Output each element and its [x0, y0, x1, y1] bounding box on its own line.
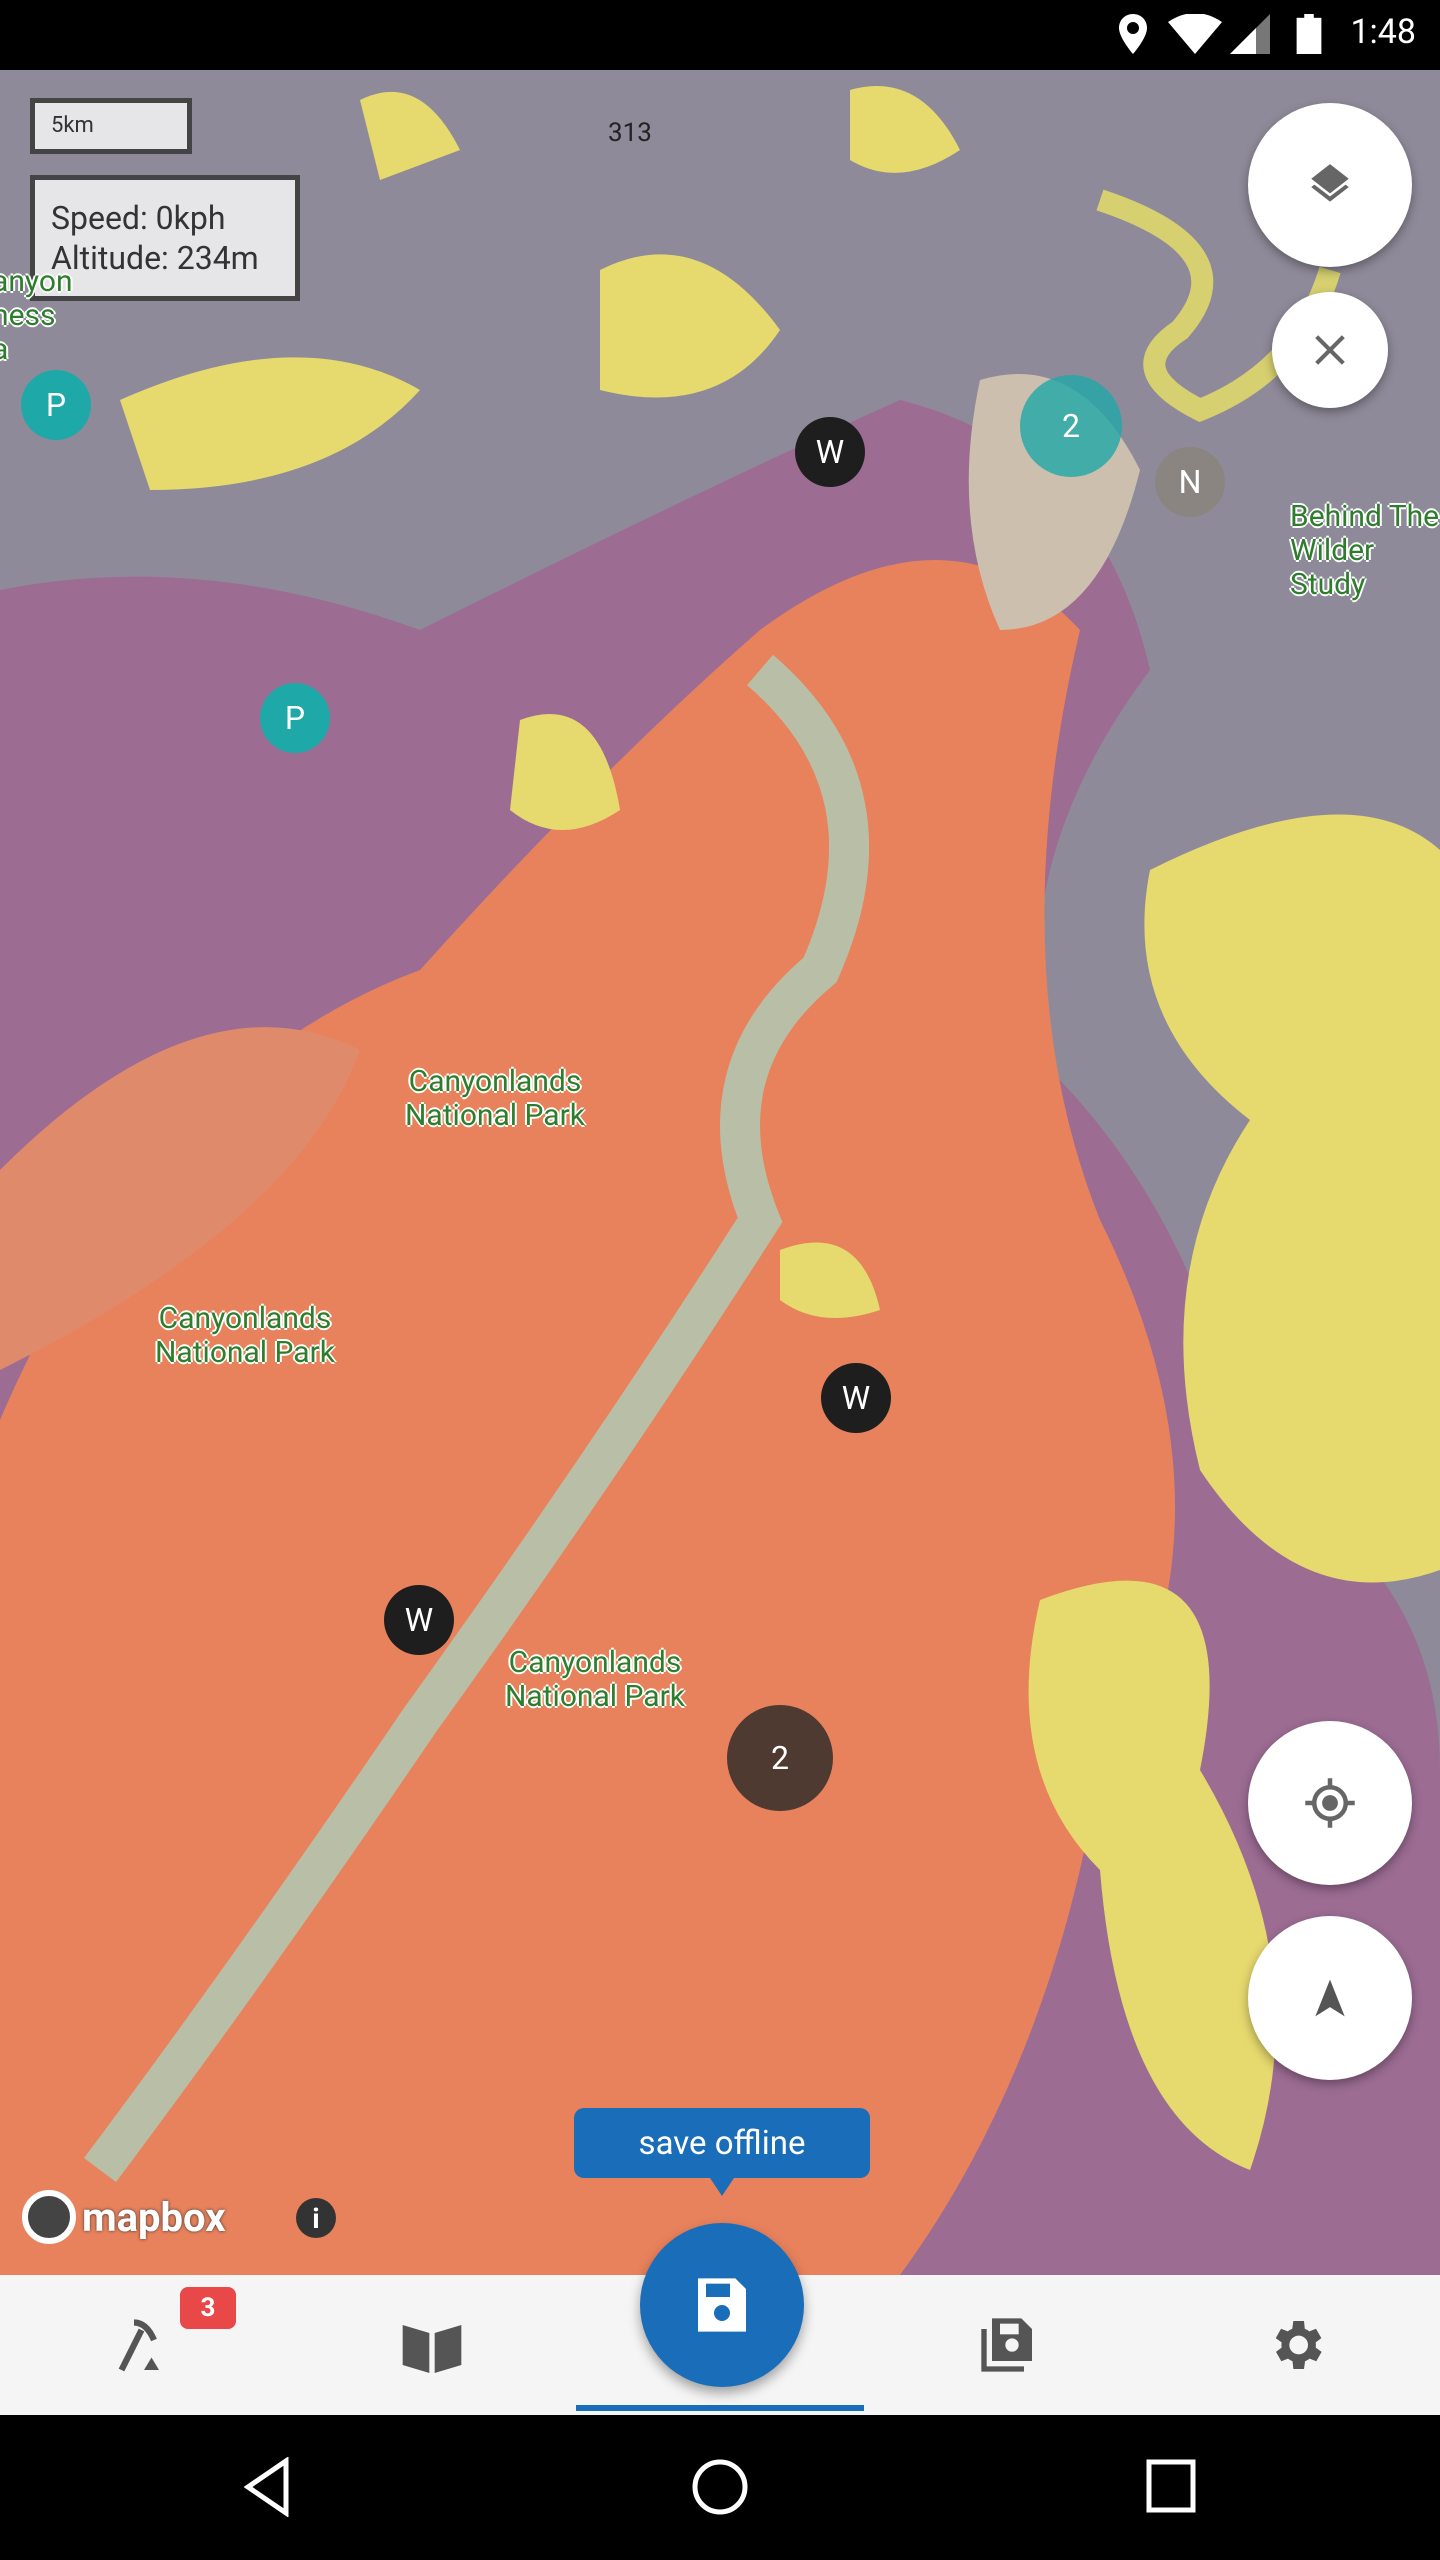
layers-icon — [1311, 164, 1349, 202]
nav-settings[interactable] — [1152, 2275, 1440, 2415]
speed-readout: Speed: 0kph — [51, 199, 226, 237]
parking-marker[interactable]: P — [260, 683, 330, 753]
settings-icon — [1275, 2321, 1322, 2369]
rock-hammer-icon — [118, 2319, 159, 2372]
system-nav-bar — [0, 2415, 1440, 2560]
close-icon — [1315, 335, 1345, 365]
book-icon — [402, 2325, 462, 2373]
road-label: 313 — [608, 118, 652, 148]
layers-button[interactable] — [1248, 103, 1412, 267]
save-icon — [698, 2278, 746, 2332]
geology-map[interactable]: 5km Speed: 0kph Altitude: 234m 313 anyon… — [0, 70, 1440, 2275]
nav-saved-maps[interactable] — [864, 2275, 1152, 2415]
wifi-icon — [1168, 14, 1222, 54]
navigation-arrow-icon — [1315, 1979, 1345, 2017]
active-tab-indicator — [576, 2405, 864, 2411]
info-icon[interactable]: i — [296, 2198, 336, 2238]
clock: 1:48 — [1350, 12, 1416, 52]
place-label: anyon ness a — [0, 264, 73, 367]
cluster-marker[interactable]: 2 — [727, 1705, 833, 1811]
waypoint-marker[interactable]: W — [384, 1585, 454, 1655]
close-button[interactable] — [1272, 292, 1388, 408]
cluster-marker[interactable]: 2 — [1020, 375, 1122, 477]
waypoint-marker[interactable]: W — [821, 1363, 891, 1433]
saved-maps-icon — [981, 2318, 1032, 2372]
save-offline-tooltip: save offline — [574, 2108, 870, 2196]
scale-bar: 5km — [30, 98, 192, 154]
parking-marker[interactable]: P — [21, 370, 91, 440]
mapbox-logo: mapbox — [22, 2190, 226, 2244]
compass-button[interactable] — [1248, 1916, 1412, 2080]
notification-badge: 3 — [180, 2287, 236, 2329]
battery-icon — [1296, 14, 1322, 54]
recents-button[interactable] — [1146, 2459, 1198, 2515]
status-bar: 1:48 — [0, 0, 1440, 70]
nav-geology[interactable]: 3 — [0, 2275, 288, 2415]
waypoint-marker[interactable]: W — [795, 417, 865, 487]
map-tiles — [0, 70, 1440, 2275]
place-label: Canyonlands National Park — [404, 1064, 585, 1133]
place-label: Canyonlands National Park — [504, 1645, 685, 1714]
altitude-readout: Altitude: 234m — [51, 239, 259, 277]
place-label: Behind The Wilder Study — [1290, 499, 1440, 602]
crosshair-icon — [1305, 1778, 1355, 1828]
home-button[interactable] — [690, 2457, 750, 2517]
place-label: Canyonlands National Park — [154, 1301, 335, 1370]
back-button[interactable] — [240, 2457, 296, 2517]
my-location-button[interactable] — [1248, 1721, 1412, 1885]
location-icon — [1119, 14, 1147, 54]
nav-guide[interactable] — [288, 2275, 576, 2415]
note-marker[interactable]: N — [1155, 447, 1225, 517]
save-offline-fab[interactable] — [640, 2223, 804, 2387]
signal-icon — [1230, 14, 1270, 54]
